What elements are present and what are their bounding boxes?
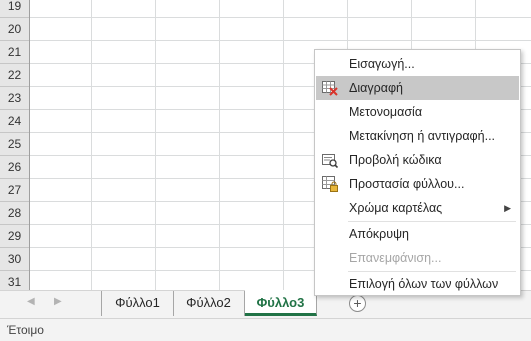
row-header[interactable]: 26: [0, 156, 29, 179]
sheet-tab-3[interactable]: Φύλλο3: [245, 290, 317, 316]
add-sheet-button[interactable]: +: [349, 295, 366, 312]
menu-item-protect-sheet[interactable]: Προστασία φύλλου...: [316, 172, 519, 196]
row-header[interactable]: 25: [0, 133, 29, 156]
menu-item-unhide: Επανεμφάνιση...: [316, 246, 519, 270]
menu-item-tab-color[interactable]: Χρώμα καρτέλας ▶: [316, 196, 519, 220]
gridline: [91, 0, 92, 290]
menu-item-hide[interactable]: Απόκρυψη: [316, 222, 519, 246]
menu-item-rename[interactable]: Μετονομασία: [316, 100, 519, 124]
menu-item-label: Προβολή κώδικα: [349, 153, 442, 167]
delete-sheet-icon: [322, 80, 338, 96]
menu-item-delete[interactable]: Διαγραφή: [316, 76, 519, 100]
submenu-arrow-icon: ▶: [504, 203, 511, 213]
row-header[interactable]: 23: [0, 87, 29, 110]
menu-item-move-copy[interactable]: Μετακίνηση ή αντιγραφή...: [316, 124, 519, 148]
gridline: [219, 0, 220, 290]
status-text: Έτοιμο: [7, 323, 44, 337]
sheet-tab-1[interactable]: Φύλλο1: [101, 291, 174, 316]
menu-item-label: Μετονομασία: [349, 105, 423, 119]
menu-item-label: Επανεμφάνιση...: [349, 251, 442, 265]
row-header[interactable]: 24: [0, 110, 29, 133]
gridline: [155, 0, 156, 290]
row-header[interactable]: 19: [0, 0, 29, 18]
plus-icon: +: [353, 295, 362, 311]
menu-item-view-code[interactable]: Προβολή κώδικα: [316, 148, 519, 172]
menu-item-label: Διαγραφή: [349, 81, 403, 95]
menu-item-label: Εισαγωγή...: [349, 57, 415, 71]
row-header[interactable]: 29: [0, 225, 29, 248]
protect-sheet-icon: [322, 176, 338, 192]
row-header[interactable]: 28: [0, 202, 29, 225]
scroll-tabs-left-button[interactable]: ◀: [27, 296, 35, 307]
menu-item-label: Μετακίνηση ή αντιγραφή...: [349, 129, 496, 143]
scroll-tabs-right-button[interactable]: ▶: [54, 296, 62, 307]
row-header[interactable]: 21: [0, 41, 29, 64]
gridline: [30, 40, 531, 41]
sheet-tab-2[interactable]: Φύλλο2: [173, 291, 245, 316]
menu-item-label: Απόκρυψη: [349, 227, 409, 241]
gridline: [283, 0, 284, 290]
menu-item-label: Επιλογή όλων των φύλλων: [349, 277, 499, 291]
sheet-tab-context-menu: Εισαγωγή... Διαγραφή Μετονομασία Μετακίν…: [314, 49, 521, 296]
menu-item-label: Χρώμα καρτέλας: [349, 201, 443, 215]
menu-item-insert[interactable]: Εισαγωγή...: [316, 52, 519, 76]
gridline: [30, 17, 531, 18]
row-header[interactable]: 27: [0, 179, 29, 202]
menu-item-select-all-sheets[interactable]: Επιλογή όλων των φύλλων: [316, 272, 519, 296]
row-header[interactable]: 20: [0, 18, 29, 41]
status-bar: Έτοιμο: [0, 318, 531, 341]
menu-item-label: Προστασία φύλλου...: [349, 177, 465, 191]
row-header[interactable]: 22: [0, 64, 29, 87]
row-header[interactable]: 30: [0, 248, 29, 271]
row-headers: 19 20 21 22 23 24 25 26 27 28 29 30 31: [0, 0, 30, 290]
view-code-icon: [322, 152, 339, 169]
row-header[interactable]: 31: [0, 271, 29, 290]
